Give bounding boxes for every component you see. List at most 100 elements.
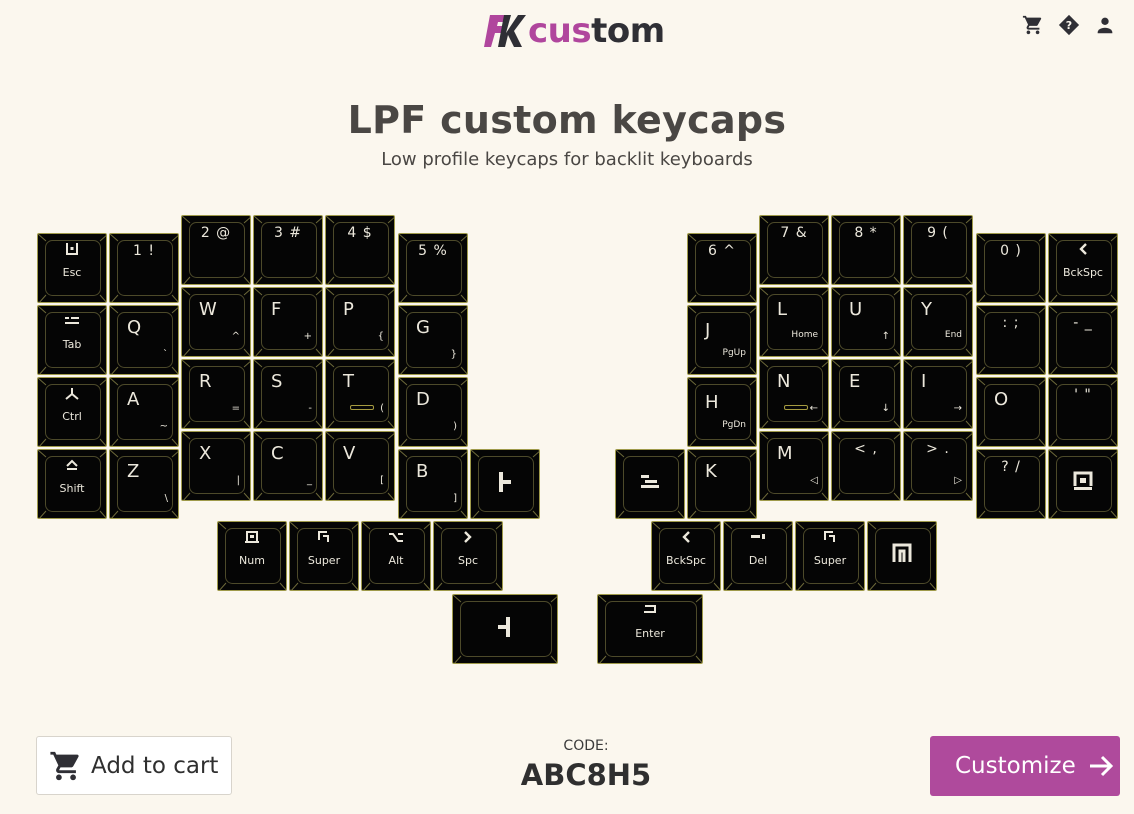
- key-backspace-thumb[interactable]: BckSpc: [651, 521, 721, 591]
- key-fn[interactable]: [867, 521, 937, 591]
- key-y[interactable]: Y End: [903, 287, 973, 357]
- key-sublabel: →: [953, 403, 962, 414]
- key-enter[interactable]: Enter: [597, 594, 703, 664]
- key-9[interactable]: 9 (: [903, 215, 973, 285]
- key-left-thumb-big[interactable]: [452, 594, 558, 664]
- key-q[interactable]: Q `: [109, 305, 179, 375]
- key-left-inner[interactable]: [470, 449, 540, 519]
- key-a[interactable]: A ~: [109, 377, 179, 447]
- esc-icon: [66, 243, 78, 255]
- key-right-outer[interactable]: [1048, 449, 1118, 519]
- key-s[interactable]: S-: [253, 359, 323, 429]
- help-icon[interactable]: ?: [1058, 14, 1080, 36]
- key-shift[interactable]: Shift: [37, 449, 107, 519]
- account-icon[interactable]: [1094, 14, 1116, 36]
- key-label: X: [199, 443, 212, 464]
- key-esc[interactable]: Esc: [37, 233, 107, 303]
- key-0[interactable]: 0 ): [976, 233, 1046, 303]
- brand-logo[interactable]: custom: [484, 12, 665, 50]
- key-right-inner[interactable]: [615, 449, 685, 519]
- key-minus[interactable]: - _: [1048, 305, 1118, 375]
- key-label: BckSpc: [1063, 266, 1103, 279]
- customize-label: Customize: [955, 753, 1076, 779]
- key-i[interactable]: I →: [903, 359, 973, 429]
- arrow-right-icon: [1089, 755, 1113, 777]
- keycap-outline: [832, 360, 900, 428]
- key-quote[interactable]: ' ": [1048, 377, 1118, 447]
- key-l[interactable]: L Home: [759, 287, 829, 357]
- keycap-outline: [110, 306, 178, 374]
- keycap-outline: [326, 288, 394, 356]
- ctrl-icon: [65, 388, 79, 400]
- key-z[interactable]: Z \: [109, 449, 179, 519]
- keycap-outline: [254, 360, 322, 428]
- key-c[interactable]: C _: [253, 431, 323, 501]
- key-4[interactable]: 4 $: [325, 215, 395, 285]
- key-h[interactable]: H PgDn: [687, 377, 757, 447]
- keycap-outline: [182, 432, 250, 500]
- cart-icon[interactable]: [1022, 14, 1044, 36]
- key-dot[interactable]: > . ▷: [903, 431, 973, 501]
- key-super-right[interactable]: Super: [795, 521, 865, 591]
- key-label: T: [343, 371, 354, 392]
- key-3[interactable]: 3 #: [253, 215, 323, 285]
- key-t[interactable]: T(: [325, 359, 395, 429]
- key-j[interactable]: J PgUp: [687, 305, 757, 375]
- key-k[interactable]: K: [687, 449, 757, 519]
- key-label: Super: [307, 554, 341, 567]
- key-label: Del: [748, 554, 768, 567]
- key-ctrl[interactable]: Ctrl: [37, 377, 107, 447]
- key-sublabel: ↓: [881, 403, 890, 414]
- key-p[interactable]: P{: [325, 287, 395, 357]
- key-n[interactable]: N ←: [759, 359, 829, 429]
- key-b[interactable]: B]: [398, 449, 468, 519]
- key-v[interactable]: V[: [325, 431, 395, 501]
- key-sublabel: ^: [231, 331, 240, 342]
- keycap-outline: [760, 288, 828, 356]
- key-o[interactable]: O: [976, 377, 1046, 447]
- key-m[interactable]: M ◁: [759, 431, 829, 501]
- keycap-outline: [182, 360, 250, 428]
- chevron-left-icon: [1079, 243, 1087, 255]
- key-7[interactable]: 7 &: [759, 215, 829, 285]
- key-sublabel: |: [236, 475, 240, 486]
- key-label: B: [416, 461, 429, 482]
- keycap-outline: [399, 378, 467, 446]
- key-r[interactable]: R =: [181, 359, 251, 429]
- key-label: L: [777, 299, 788, 320]
- key-2[interactable]: 2 @: [181, 215, 251, 285]
- key-e[interactable]: E ↓: [831, 359, 901, 429]
- key-sublabel: }: [450, 349, 457, 360]
- key-del[interactable]: Del: [723, 521, 793, 591]
- key-label: A: [127, 389, 140, 410]
- keycap-outline: [904, 360, 972, 428]
- key-tab[interactable]: Tab: [37, 305, 107, 375]
- key-backspace[interactable]: BckSpc: [1048, 233, 1118, 303]
- key-u[interactable]: U ↑: [831, 287, 901, 357]
- key-alt[interactable]: Alt: [361, 521, 431, 591]
- key-space[interactable]: Spc: [433, 521, 503, 591]
- key-f[interactable]: F +: [253, 287, 323, 357]
- key-semicolon[interactable]: : ;: [976, 305, 1046, 375]
- key-d[interactable]: D): [398, 377, 468, 447]
- key-g[interactable]: G}: [398, 305, 468, 375]
- key-super-left[interactable]: Super: [289, 521, 359, 591]
- key-comma[interactable]: < ,: [831, 431, 901, 501]
- key-label: V: [343, 443, 356, 464]
- key-w[interactable]: W ^: [181, 287, 251, 357]
- key-8[interactable]: 8 *: [831, 215, 901, 285]
- key-x[interactable]: X |: [181, 431, 251, 501]
- key-slash[interactable]: ? /: [976, 449, 1046, 519]
- key-1[interactable]: 1 !: [109, 233, 179, 303]
- key-sublabel: ▷: [954, 475, 962, 486]
- keycap-outline: [977, 378, 1045, 446]
- key-label: G: [416, 317, 430, 338]
- key-6[interactable]: 6 ^: [687, 233, 757, 303]
- key-label: 0 ): [1000, 243, 1022, 259]
- key-sublabel: PgDn: [722, 420, 746, 430]
- key-5[interactable]: 5 %: [398, 233, 468, 303]
- key-num[interactable]: Num: [217, 521, 287, 591]
- super-icon: [824, 531, 835, 542]
- customize-button[interactable]: Customize: [930, 736, 1120, 796]
- brand-name: custom: [528, 11, 665, 51]
